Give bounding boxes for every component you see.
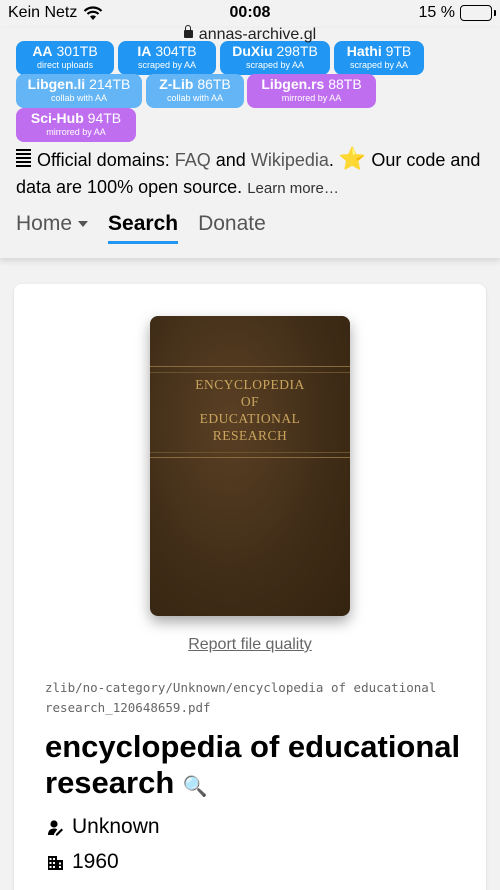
chevron-down-icon xyxy=(78,221,89,228)
wikipedia-link[interactable]: Wikipedia xyxy=(251,150,329,170)
source-pill-ia[interactable]: IA 304TB scraped by AA xyxy=(118,41,216,75)
domains-prefix: Official domains: xyxy=(37,150,170,170)
cover-rule xyxy=(150,457,350,458)
source-pill-libgen-rs[interactable]: Libgen.rs 88TB mirrored by AA xyxy=(247,74,376,108)
source-subtitle: collab with AA xyxy=(166,93,224,103)
book-card: ENCYCLOPEDIA OF EDUCATIONAL RESEARCH Rep… xyxy=(14,284,486,890)
source-name: Libgen.li xyxy=(27,76,86,92)
source-subtitle: scraped by AA xyxy=(137,60,197,70)
main-nav: Home Search Donate xyxy=(16,212,266,244)
nav-search[interactable]: Search xyxy=(108,212,179,244)
domains-and: and xyxy=(215,150,246,170)
source-pill-label: Z-Lib 86TB xyxy=(146,74,244,93)
domains-period: . xyxy=(328,150,334,170)
author-row: Unknown xyxy=(47,815,160,839)
author-name[interactable]: Unknown xyxy=(72,815,160,839)
source-name: IA xyxy=(137,43,152,59)
source-size: 301TB xyxy=(56,43,98,59)
battery: 15 % xyxy=(418,4,496,22)
cover-line: EDUCATIONAL xyxy=(199,411,301,426)
source-name: Sci-Hub xyxy=(30,110,84,126)
site-header: AA 301TB direct uploads IA 304TB scraped by… xyxy=(0,28,500,258)
year-row: 1960 xyxy=(47,850,119,874)
nav-home[interactable]: Home xyxy=(16,212,89,236)
star-icon: ⭐ xyxy=(338,146,367,171)
source-pill-z-lib[interactable]: Z-Lib 86TB collab with AA xyxy=(146,74,244,108)
file-path: zlib/no-category/Unknown/encyclopedia of… xyxy=(45,680,437,715)
source-subtitle: collab with AA xyxy=(50,93,108,103)
source-pill-label: Libgen.rs 88TB xyxy=(247,74,376,93)
faq-link[interactable]: FAQ xyxy=(175,150,211,170)
url-text: annas-archive.gl xyxy=(198,26,317,43)
learn-more-link[interactable]: Learn more… xyxy=(247,180,339,197)
source-subtitle: scraped by AA xyxy=(349,60,409,70)
lock-icon xyxy=(183,24,193,38)
cover-rule xyxy=(150,366,350,367)
source-subtitle: mirrored by AA xyxy=(281,93,342,103)
building-icon xyxy=(48,855,63,870)
source-pill-label: Sci-Hub 94TB xyxy=(16,108,136,127)
source-size: 298TB xyxy=(276,43,318,59)
cover-line: ENCYCLOPEDIA xyxy=(195,377,305,392)
cover-line: OF xyxy=(240,394,260,409)
battery-icon xyxy=(460,5,496,21)
source-name: AA xyxy=(32,43,53,59)
book-title-text: encyclopedia of educational research xyxy=(45,729,461,800)
source-subtitle: mirrored by AA xyxy=(46,127,106,137)
source-pill-sci-hub[interactable]: Sci-Hub 94TB mirrored by AA xyxy=(16,108,136,142)
source-size: 88TB xyxy=(328,76,362,92)
source-name: Hathi xyxy=(346,43,382,59)
cover-line: RESEARCH xyxy=(212,428,288,443)
report-quality-link[interactable]: Report file quality xyxy=(14,636,486,654)
source-pill-label: Libgen.li 214TB xyxy=(16,74,142,93)
status-bar: Kein Netz 00:08 15 % xyxy=(0,0,500,28)
source-name: DuXiu xyxy=(232,43,273,59)
battery-percent: 15 % xyxy=(418,4,455,21)
list-icon xyxy=(16,149,31,169)
source-pill-libgen-li[interactable]: Libgen.li 214TB collab with AA xyxy=(16,74,142,108)
book-cover[interactable]: ENCYCLOPEDIA OF EDUCATIONAL RESEARCH xyxy=(150,316,350,616)
source-pill-hathi[interactable]: Hathi 9TB scraped by AA xyxy=(334,41,424,75)
source-name: Libgen.rs xyxy=(261,76,325,92)
cover-title: ENCYCLOPEDIA OF EDUCATIONAL RESEARCH xyxy=(150,376,350,444)
source-size: 94TB xyxy=(87,110,122,126)
source-size: 304TB xyxy=(155,43,197,59)
source-name: Z-Lib xyxy=(159,76,194,92)
source-subtitle: direct uploads xyxy=(36,60,94,70)
author-icon xyxy=(48,819,63,836)
source-subtitle: scraped by AA xyxy=(245,60,305,70)
source-size: 86TB xyxy=(197,76,231,92)
source-size: 214TB xyxy=(89,76,131,92)
nav-home-label: Home xyxy=(16,212,73,235)
book-title: encyclopedia of educational research 🔍 xyxy=(45,729,475,805)
source-pill-aa[interactable]: AA 301TB direct uploads xyxy=(16,41,114,75)
search-icon[interactable]: 🔍 xyxy=(183,776,208,798)
cover-rule xyxy=(150,372,350,373)
address-bar[interactable]: annas-archive.gl xyxy=(0,24,500,44)
source-pill-duxiu[interactable]: DuXiu 298TB scraped by AA xyxy=(220,41,330,75)
official-domains: Official domains: FAQ and Wikipedia. ⭐ O… xyxy=(16,145,486,202)
publication-year: 1960 xyxy=(72,850,119,873)
source-size: 9TB xyxy=(385,43,412,59)
cover-rule xyxy=(150,452,350,453)
nav-donate[interactable]: Donate xyxy=(198,212,266,236)
